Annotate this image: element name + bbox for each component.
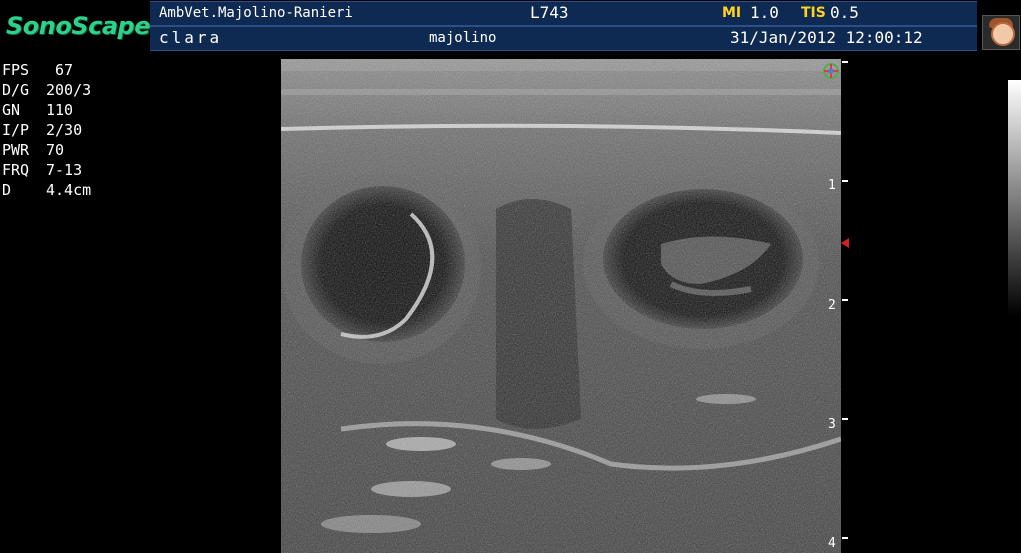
patient-name: clara [159, 28, 223, 47]
param-ip: I/P 2/30 [2, 121, 83, 139]
depth-label-4: 4 [828, 536, 836, 551]
param-gn: GN 110 [2, 101, 74, 119]
depth-label-1: 1 [828, 178, 836, 193]
param-dg: D/G 200/3 [2, 81, 92, 99]
depth-label-3: 3 [828, 417, 836, 432]
tis-value: 0.5 [830, 3, 859, 22]
mi-label: MI [722, 5, 742, 21]
grayscale-bar [1008, 80, 1021, 316]
ultrasound-rendering [281, 59, 841, 553]
depth-tick-3 [842, 418, 848, 420]
param-fps: FPS 67 [2, 61, 74, 79]
operator-name: majolino [429, 30, 497, 46]
orientation-marker-icon [823, 63, 839, 79]
depth-label-2: 2 [828, 298, 836, 313]
brand-logo: SonoScape [6, 12, 151, 40]
header: SonoScape AmbVet.Majolino-Ranieri L743 M… [0, 0, 1021, 51]
param-frq: FRQ 7-13 [2, 161, 83, 179]
focus-marker-icon[interactable] [841, 238, 849, 248]
info-bar-top: AmbVet.Majolino-Ranieri L743 MI 1.0 TIS … [150, 1, 977, 26]
depth-tick-4 [842, 537, 848, 539]
scan-parameters: FPS 67 D/G 200/3 GN 110 I/P 2/30 PWR 70 … [2, 60, 91, 200]
date-time: 31/Jan/2012 12:00:12 [730, 28, 923, 47]
mi-value: 1.0 [750, 3, 779, 22]
depth-tick-1 [842, 180, 848, 182]
depth-tick-2 [842, 299, 848, 301]
institution-name: AmbVet.Majolino-Ranieri [159, 5, 353, 21]
ultrasound-image[interactable] [281, 59, 841, 553]
depth-tick-0 [842, 61, 848, 63]
probe-label: L743 [530, 3, 569, 22]
param-pwr: PWR 70 [2, 141, 65, 159]
info-bar-bottom: clara majolino 31/Jan/2012 12:00:12 [150, 26, 977, 51]
param-depth: D 4.4cm [2, 181, 92, 199]
user-avatar-icon[interactable] [982, 15, 1020, 50]
tis-label: TIS [801, 5, 826, 21]
